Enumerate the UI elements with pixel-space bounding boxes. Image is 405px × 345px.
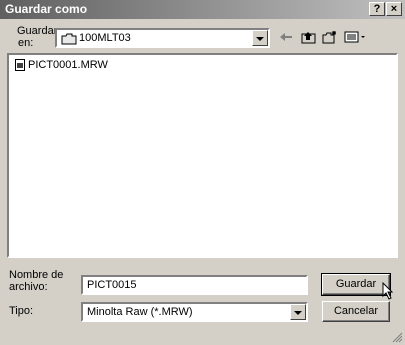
cancel-button[interactable]: Cancelar bbox=[322, 301, 390, 322]
new-folder-icon[interactable] bbox=[320, 28, 340, 46]
save-in-dropdown-button[interactable] bbox=[252, 30, 268, 46]
save-in-label: Guardar en: bbox=[17, 25, 57, 49]
resize-grip-icon[interactable] bbox=[391, 331, 403, 343]
save-as-dialog: Guardar como ? × Guardar en: 100MLT03 PI… bbox=[0, 0, 405, 345]
title-bar[interactable]: Guardar como ? × bbox=[0, 0, 405, 19]
up-folder-icon[interactable] bbox=[298, 28, 318, 46]
save-in-combo[interactable]: 100MLT03 bbox=[55, 28, 270, 48]
mouse-pointer-icon bbox=[382, 282, 394, 300]
save-button[interactable]: Guardar bbox=[321, 273, 391, 296]
save-in-value: 100MLT03 bbox=[79, 32, 131, 44]
document-icon bbox=[15, 59, 25, 71]
folder-icon bbox=[61, 33, 77, 45]
file-name-label-line2: archivo: bbox=[9, 281, 48, 293]
list-item[interactable]: PICT0001.MRW bbox=[15, 59, 108, 71]
file-list[interactable]: PICT0001.MRW bbox=[7, 53, 398, 258]
dialog-title: Guardar como bbox=[5, 2, 88, 16]
file-name-label: Nombre de archivo: bbox=[9, 269, 63, 293]
save-in-label-line1: Guardar bbox=[17, 25, 58, 37]
file-type-label: Tipo: bbox=[9, 305, 34, 317]
file-type-dropdown-button[interactable] bbox=[290, 304, 306, 320]
close-button[interactable]: × bbox=[386, 2, 402, 16]
file-type-value: Minolta Raw (*.MRW) bbox=[87, 306, 193, 318]
help-button[interactable]: ? bbox=[369, 2, 385, 16]
save-in-label-line2: en: bbox=[18, 37, 34, 49]
back-arrow-icon[interactable] bbox=[276, 28, 296, 46]
file-name-label-line1: Nombre de bbox=[9, 269, 64, 281]
file-name-input[interactable]: PICT0015 bbox=[81, 275, 308, 295]
file-name: PICT0001.MRW bbox=[28, 59, 108, 71]
file-type-select[interactable]: Minolta Raw (*.MRW) bbox=[81, 302, 308, 322]
file-name-value: PICT0015 bbox=[87, 279, 137, 291]
views-menu-icon[interactable] bbox=[342, 28, 370, 46]
